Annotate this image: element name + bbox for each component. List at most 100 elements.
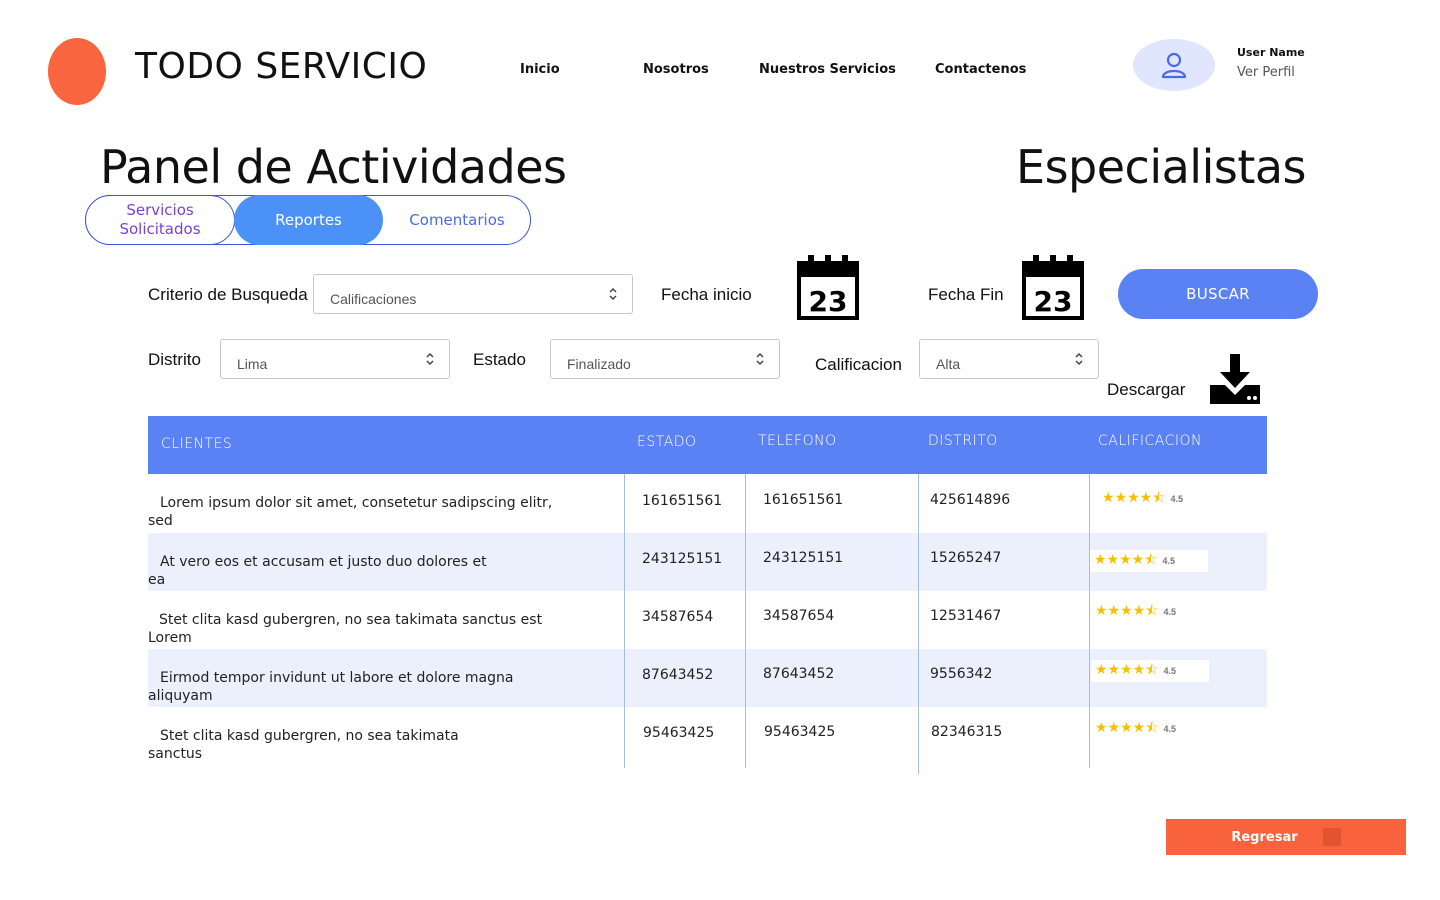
table-row[interactable]: Lorem ipsum dolor sit amet, consetetur s… xyxy=(148,475,1267,533)
nav-inicio[interactable]: Inicio xyxy=(520,62,560,77)
distrito-label: Distrito xyxy=(148,350,201,369)
col-calificacion[interactable]: CALIFICACION xyxy=(1098,433,1202,449)
user-name: User Name xyxy=(1237,46,1305,59)
telefono-cell: 87643452 xyxy=(763,666,835,682)
rating-stars: ★★★★⯪ 4.5 xyxy=(1090,550,1208,572)
calendar-start-day: 23 xyxy=(809,285,848,318)
criterio-value: Calificaciones xyxy=(330,291,417,307)
client-text: aliquyam xyxy=(148,688,213,704)
column-divider xyxy=(624,474,625,768)
tab-label: Servicios Solicitados xyxy=(119,201,201,238)
client-text: Stet clita kasd gubergren, no sea takima… xyxy=(160,728,459,744)
chevron-updown-icon xyxy=(609,287,617,301)
calificacion-select[interactable]: Alta xyxy=(919,339,1099,379)
tab-reportes[interactable]: Reportes xyxy=(234,195,383,245)
client-text: Stet clita kasd gubergren, no sea takima… xyxy=(159,612,543,628)
distrito-value: Lima xyxy=(237,356,268,372)
rating-stars: ★★★★⯪ 4.5 xyxy=(1091,601,1176,623)
distrito-cell: 82346315 xyxy=(931,724,1003,740)
client-text: Lorem ipsum dolor sit amet, consetetur s… xyxy=(160,495,553,511)
calendar-end-icon[interactable]: 23 xyxy=(1022,253,1084,320)
estado-cell: 95463425 xyxy=(643,725,715,741)
calendar-start-icon[interactable]: 23 xyxy=(797,253,859,320)
telefono-cell: 161651561 xyxy=(763,492,844,508)
nav-nosotros[interactable]: Nosotros xyxy=(643,62,709,77)
client-cell: Stet clita kasd gubergren, no sea takima… xyxy=(148,611,598,647)
client-cell: Stet clita kasd gubergren, no sea takima… xyxy=(148,727,598,763)
avatar[interactable] xyxy=(1133,39,1215,91)
table-row[interactable]: Stet clita kasd gubergren, no sea takima… xyxy=(148,707,1267,765)
telefono-cell: 95463425 xyxy=(764,724,836,740)
client-cell: At vero eos et accusam et justo duo dolo… xyxy=(148,553,598,589)
client-cell: Lorem ipsum dolor sit amet, consetetur s… xyxy=(148,494,598,530)
distrito-select[interactable]: Lima xyxy=(220,339,450,379)
star-icons: ★★★★⯪ xyxy=(1095,661,1159,677)
client-cell: Eirmod tempor invidunt ut labore et dolo… xyxy=(148,669,598,705)
distrito-cell: 15265247 xyxy=(930,550,1002,566)
regresar-label: Regresar xyxy=(1231,829,1298,845)
descargar-label: Descargar xyxy=(1107,380,1186,399)
estado-cell: 161651561 xyxy=(642,493,723,509)
star-icons: ★★★★⯪ xyxy=(1095,602,1159,618)
regresar-button[interactable]: Regresar xyxy=(1166,819,1406,855)
estado-cell: 87643452 xyxy=(642,667,714,683)
square-icon xyxy=(1322,828,1341,846)
distrito-cell: 9556342 xyxy=(930,666,993,682)
star-icons: ★★★★⯪ xyxy=(1094,551,1158,567)
client-text: Lorem xyxy=(148,630,192,646)
distrito-cell: 12531467 xyxy=(930,608,1002,624)
col-telefono[interactable]: TELEFONO xyxy=(758,433,837,449)
client-text: sed xyxy=(148,513,173,529)
nav-contactenos[interactable]: Contactenos xyxy=(935,62,1026,77)
rating-stars: ★★★★⯪ 4.5 xyxy=(1091,718,1176,740)
criterio-select[interactable]: Calificaciones xyxy=(313,274,633,314)
telefono-cell: 34587654 xyxy=(763,608,835,624)
chevron-updown-icon xyxy=(756,352,764,366)
table-row[interactable]: Eirmod tempor invidunt ut labore et dolo… xyxy=(148,649,1267,707)
calificacion-label: Calificacion xyxy=(815,355,902,374)
specialists-title[interactable]: Especialistas xyxy=(1016,140,1307,194)
view-profile-link[interactable]: Ver Perfil xyxy=(1237,65,1295,80)
client-text: At vero eos et accusam et justo duo dolo… xyxy=(160,554,487,570)
estado-label: Estado xyxy=(473,350,526,369)
fecha-inicio-label: Fecha inicio xyxy=(661,285,752,304)
star-icons: ★★★★⯪ xyxy=(1095,719,1159,735)
buscar-button[interactable]: BUSCAR xyxy=(1118,269,1318,319)
rating-value: 4.5 xyxy=(1163,666,1176,676)
col-clientes[interactable]: CLIENTES xyxy=(161,436,232,452)
brand-logo[interactable] xyxy=(48,38,106,105)
estado-select[interactable]: Finalizado xyxy=(550,339,780,379)
estado-cell: 34587654 xyxy=(642,609,714,625)
col-distrito[interactable]: DISTRITO xyxy=(928,433,998,449)
estado-cell: 243125151 xyxy=(642,551,723,567)
distrito-cell: 425614896 xyxy=(930,492,1011,508)
rating-stars: ★★★★⯪ 4.5 xyxy=(1098,488,1183,510)
table-row[interactable]: Stet clita kasd gubergren, no sea takima… xyxy=(148,591,1267,649)
table-row[interactable]: At vero eos et accusam et justo duo dolo… xyxy=(148,533,1267,591)
rating-value: 4.5 xyxy=(1163,607,1176,617)
chevron-updown-icon xyxy=(426,352,434,366)
nav-nuestros-servicios[interactable]: Nuestros Servicios xyxy=(759,62,896,77)
column-divider xyxy=(1089,474,1090,768)
estado-value: Finalizado xyxy=(567,356,631,372)
tab-comentarios[interactable]: Comentarios xyxy=(383,195,531,245)
client-text: ea xyxy=(148,572,166,588)
criterio-label: Criterio de Busqueda xyxy=(148,285,308,304)
telefono-cell: 243125151 xyxy=(763,550,844,566)
download-icon[interactable] xyxy=(1209,353,1261,405)
col-estado[interactable]: ESTADO xyxy=(637,434,697,450)
fecha-fin-label: Fecha Fin xyxy=(928,285,1004,304)
page-title: Panel de Actividades xyxy=(100,140,567,194)
client-text: sanctus xyxy=(148,746,203,762)
column-divider xyxy=(918,474,919,774)
rating-value: 4.5 xyxy=(1163,724,1176,734)
column-divider xyxy=(745,474,746,768)
table-header: CLIENTES ESTADO TELEFONO DISTRITO CALIFI… xyxy=(148,416,1267,474)
calificacion-value: Alta xyxy=(936,356,961,372)
rating-stars: ★★★★⯪ 4.5 xyxy=(1091,660,1209,682)
rating-value: 4.5 xyxy=(1162,556,1175,566)
user-icon xyxy=(1161,52,1187,79)
chevron-updown-icon xyxy=(1075,352,1083,366)
tab-bar: Servicios Solicitados Reportes Comentari… xyxy=(85,195,531,245)
tab-servicios-solicitados[interactable]: Servicios Solicitados xyxy=(85,195,235,245)
